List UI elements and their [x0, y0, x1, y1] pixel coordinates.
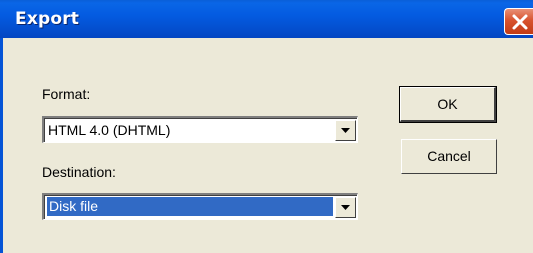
dialog-title: Export [15, 9, 80, 29]
destination-dropdown[interactable]: Disk file [42, 193, 358, 220]
destination-label: Destination: [42, 164, 116, 180]
destination-dropdown-button[interactable] [335, 197, 356, 218]
format-dropdown-inner: HTML 4.0 (DHTML) [44, 118, 357, 142]
title-bar[interactable]: Export [0, 0, 533, 38]
window-frame-left [0, 38, 3, 253]
chevron-down-icon [341, 128, 350, 133]
format-label: Format: [42, 86, 91, 102]
format-selected-value: HTML 4.0 (DHTML) [48, 122, 171, 138]
cancel-button[interactable]: Cancel [401, 139, 497, 174]
destination-dropdown-inner: Disk file [44, 195, 357, 219]
close-icon [512, 14, 528, 30]
export-dialog: Export Format: HTML 4.0 (DHTML) Destinat… [0, 0, 533, 253]
destination-selected-value: Disk file [47, 197, 333, 216]
chevron-down-icon [341, 205, 350, 210]
format-dropdown[interactable]: HTML 4.0 (DHTML) [42, 116, 358, 143]
ok-button[interactable]: OK [399, 86, 497, 123]
close-button[interactable] [504, 8, 533, 35]
format-dropdown-button[interactable] [335, 120, 356, 141]
